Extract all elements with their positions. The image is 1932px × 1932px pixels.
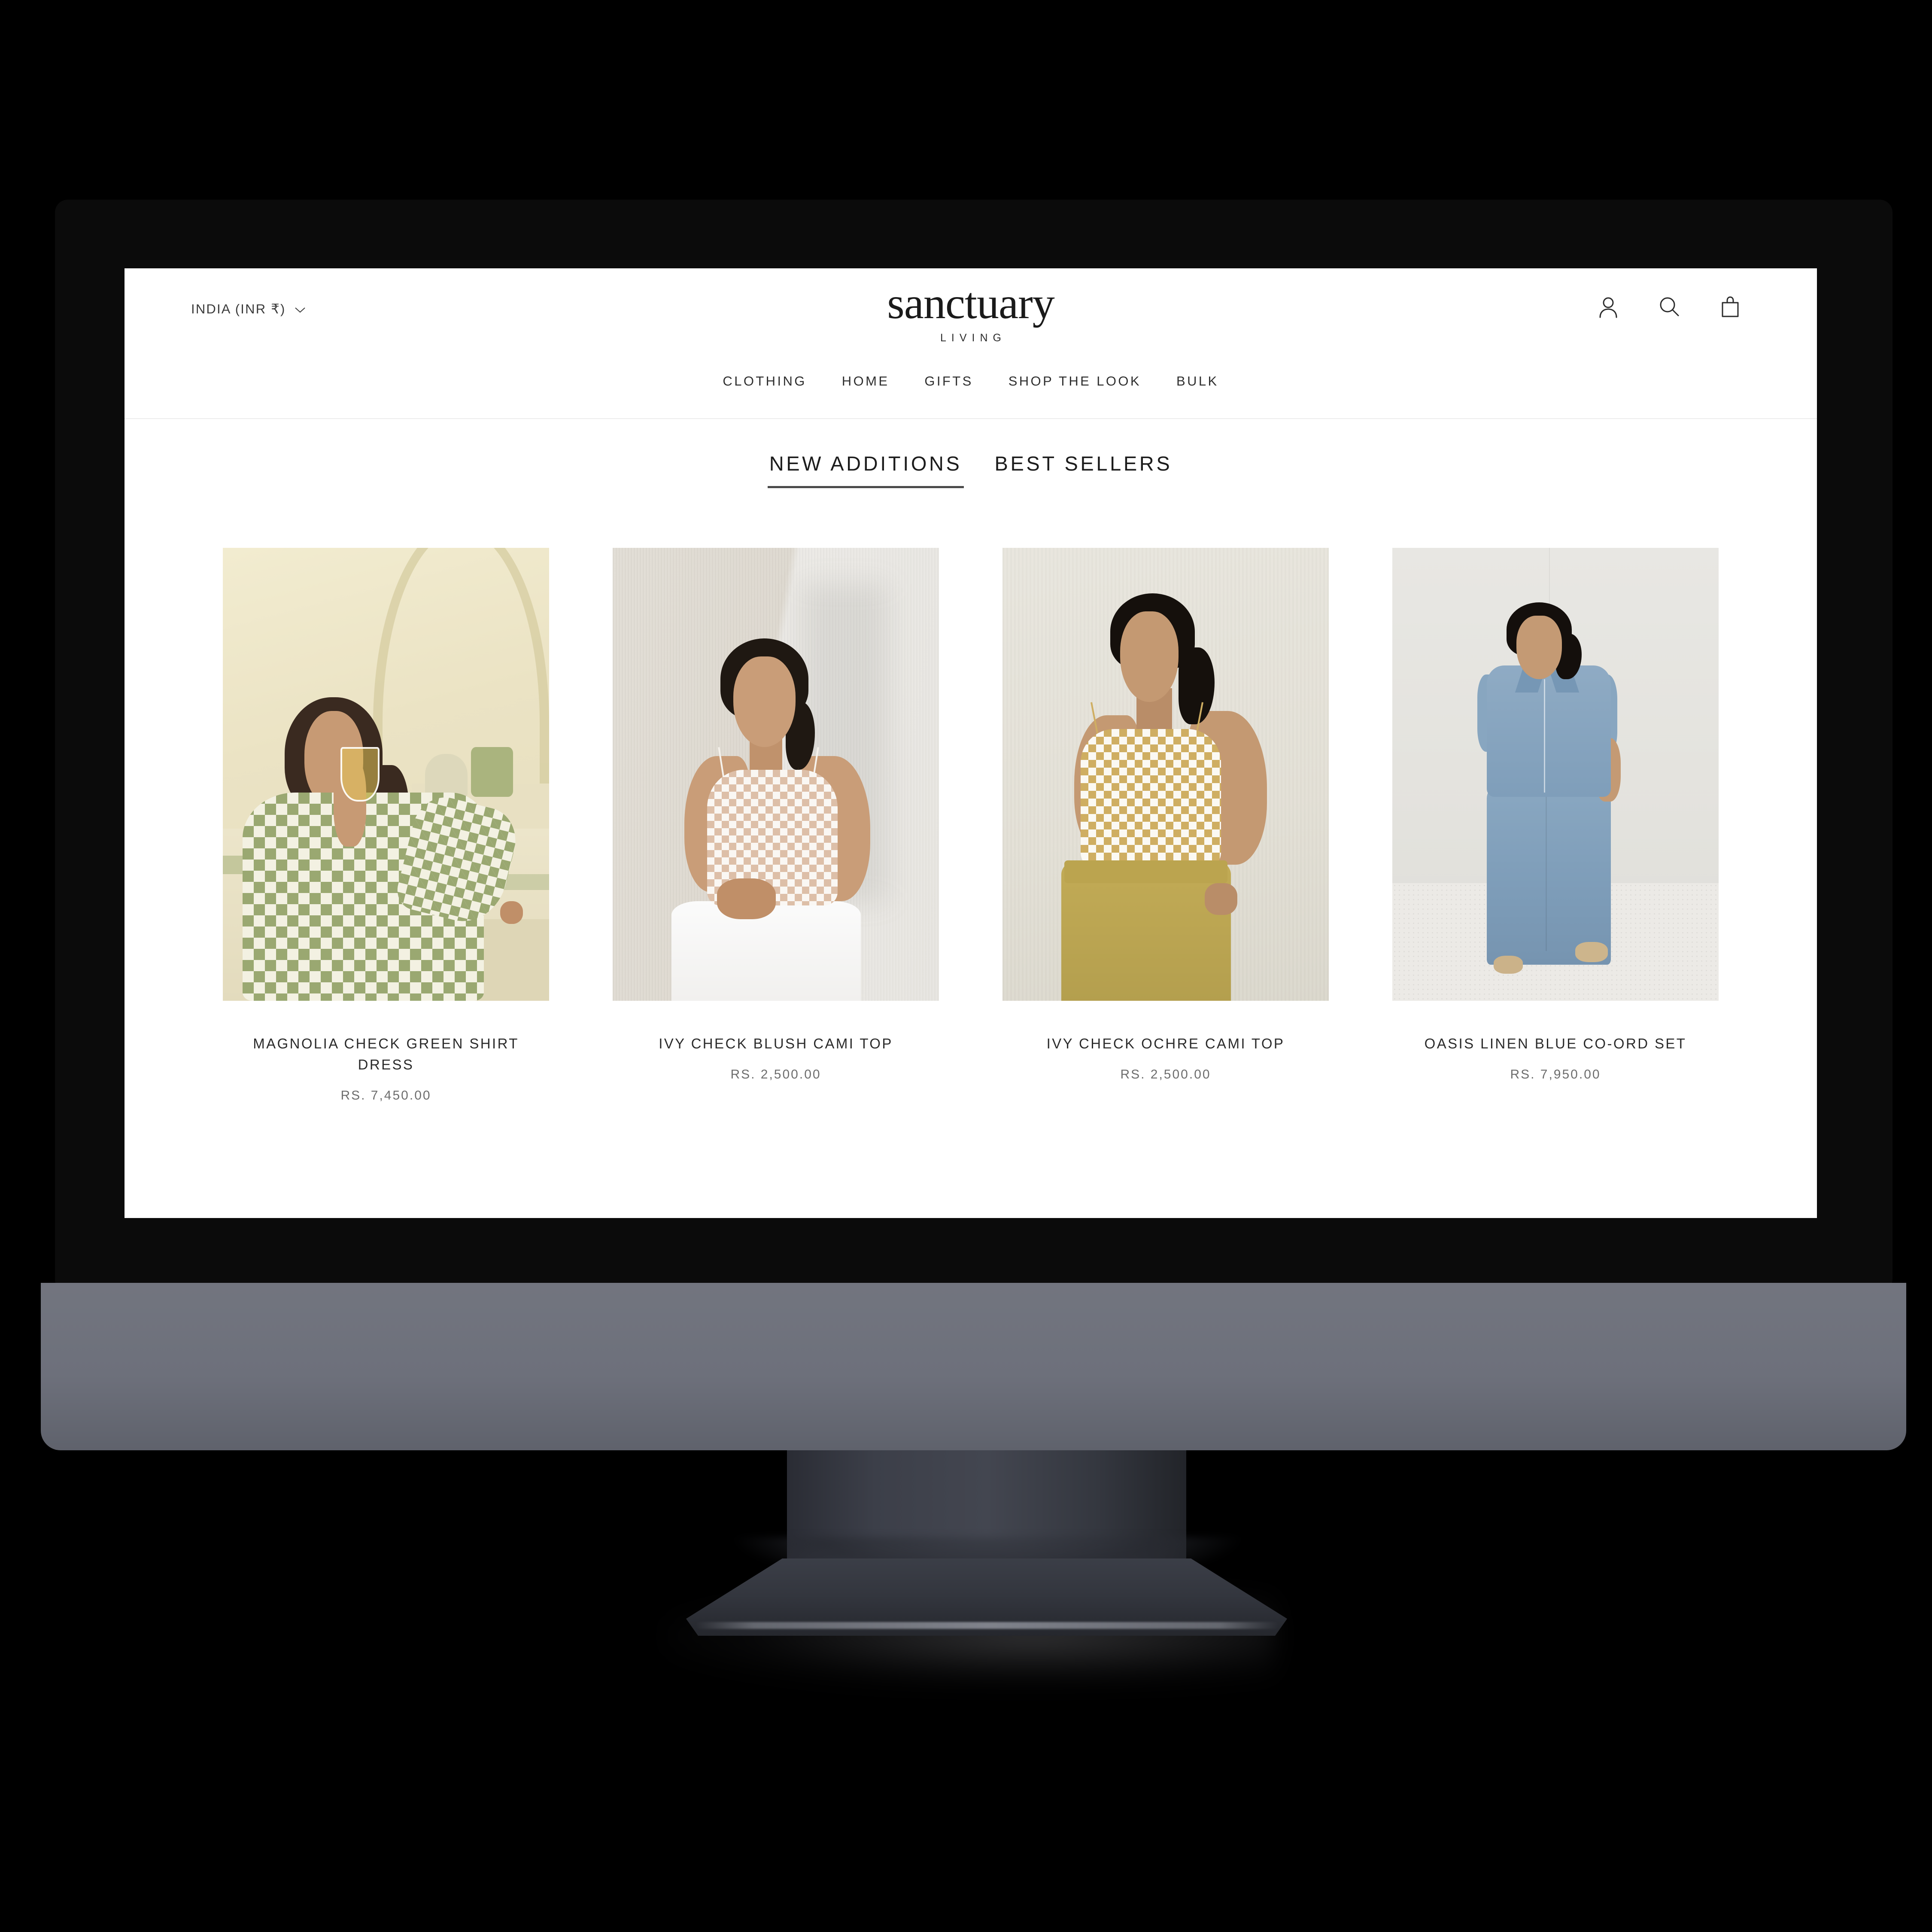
header-icon-group — [1597, 295, 1742, 319]
product-image-art — [1002, 548, 1329, 1001]
product-card[interactable]: MAGNOLIA CHECK GREEN SHIRT DRESS RS. 7,4… — [191, 548, 581, 1103]
nav-item-bulk[interactable]: BULK — [1159, 374, 1236, 389]
product-image[interactable] — [1002, 548, 1329, 1001]
nav-item-clothing[interactable]: CLOTHING — [705, 374, 824, 389]
product-title: IVY CHECK BLUSH CAMI TOP — [659, 1036, 893, 1051]
search-icon[interactable] — [1658, 295, 1681, 319]
nav-item-shop-the-look[interactable]: SHOP THE LOOK — [991, 374, 1159, 389]
product-image-art — [223, 548, 549, 1001]
product-title: IVY CHECK OCHRE CAMI TOP — [1046, 1036, 1285, 1051]
product-price: RS. 2,500.00 — [1120, 1067, 1211, 1081]
product-price: RS. 7,450.00 — [340, 1088, 431, 1103]
monitor-stand-base-highlight — [696, 1622, 1279, 1629]
product-image[interactable] — [223, 548, 549, 1001]
product-image-art — [613, 548, 939, 1001]
site-header: INDIA (INR ₹) sanctuary LIVING CLOTHING … — [125, 268, 1817, 419]
product-card[interactable]: OASIS LINEN BLUE CO-ORD SET RS. 7,950.00 — [1361, 548, 1750, 1103]
monitor-screen: INDIA (INR ₹) sanctuary LIVING CLOTHING … — [125, 268, 1817, 1218]
nav-item-gifts[interactable]: GIFTS — [907, 374, 990, 389]
currency-selector[interactable]: INDIA (INR ₹) — [191, 301, 306, 317]
collection-tabs: NEW ADDITIONS BEST SELLERS — [125, 452, 1817, 488]
product-card[interactable]: IVY CHECK BLUSH CAMI TOP RS. 2,500.00 — [581, 548, 971, 1103]
account-icon[interactable] — [1597, 295, 1620, 319]
product-price: RS. 2,500.00 — [730, 1067, 821, 1081]
product-image[interactable] — [613, 548, 939, 1001]
header-divider — [125, 418, 1817, 419]
cart-icon[interactable] — [1719, 295, 1742, 319]
product-price: RS. 7,950.00 — [1510, 1067, 1601, 1081]
header-top-bar: INDIA (INR ₹) sanctuary LIVING — [125, 268, 1817, 361]
brand-tagline: LIVING — [940, 332, 1006, 344]
product-card[interactable]: IVY CHECK OCHRE CAMI TOP RS. 2,500.00 — [971, 548, 1361, 1103]
chevron-down-icon — [295, 307, 306, 313]
nav-item-home[interactable]: HOME — [824, 374, 907, 389]
monitor-chin — [41, 1283, 1906, 1450]
brand-name: sanctuary — [887, 279, 1054, 328]
tab-best-sellers[interactable]: BEST SELLERS — [978, 452, 1189, 475]
product-grid: MAGNOLIA CHECK GREEN SHIRT DRESS RS. 7,4… — [125, 548, 1817, 1103]
tab-new-additions[interactable]: NEW ADDITIONS — [753, 452, 978, 488]
currency-selector-label: INDIA (INR ₹) — [191, 301, 286, 316]
product-title: OASIS LINEN BLUE CO-ORD SET — [1424, 1036, 1687, 1051]
main-nav: CLOTHING HOME GIFTS SHOP THE LOOK BULK — [125, 361, 1817, 419]
product-image-art — [1392, 548, 1719, 1001]
brand-logo[interactable]: sanctuary LIVING — [887, 281, 1054, 344]
monitor-scene: INDIA (INR ₹) sanctuary LIVING CLOTHING … — [0, 0, 1932, 1932]
product-title: MAGNOLIA CHECK GREEN SHIRT DRESS — [253, 1036, 519, 1072]
product-image[interactable] — [1392, 548, 1719, 1001]
